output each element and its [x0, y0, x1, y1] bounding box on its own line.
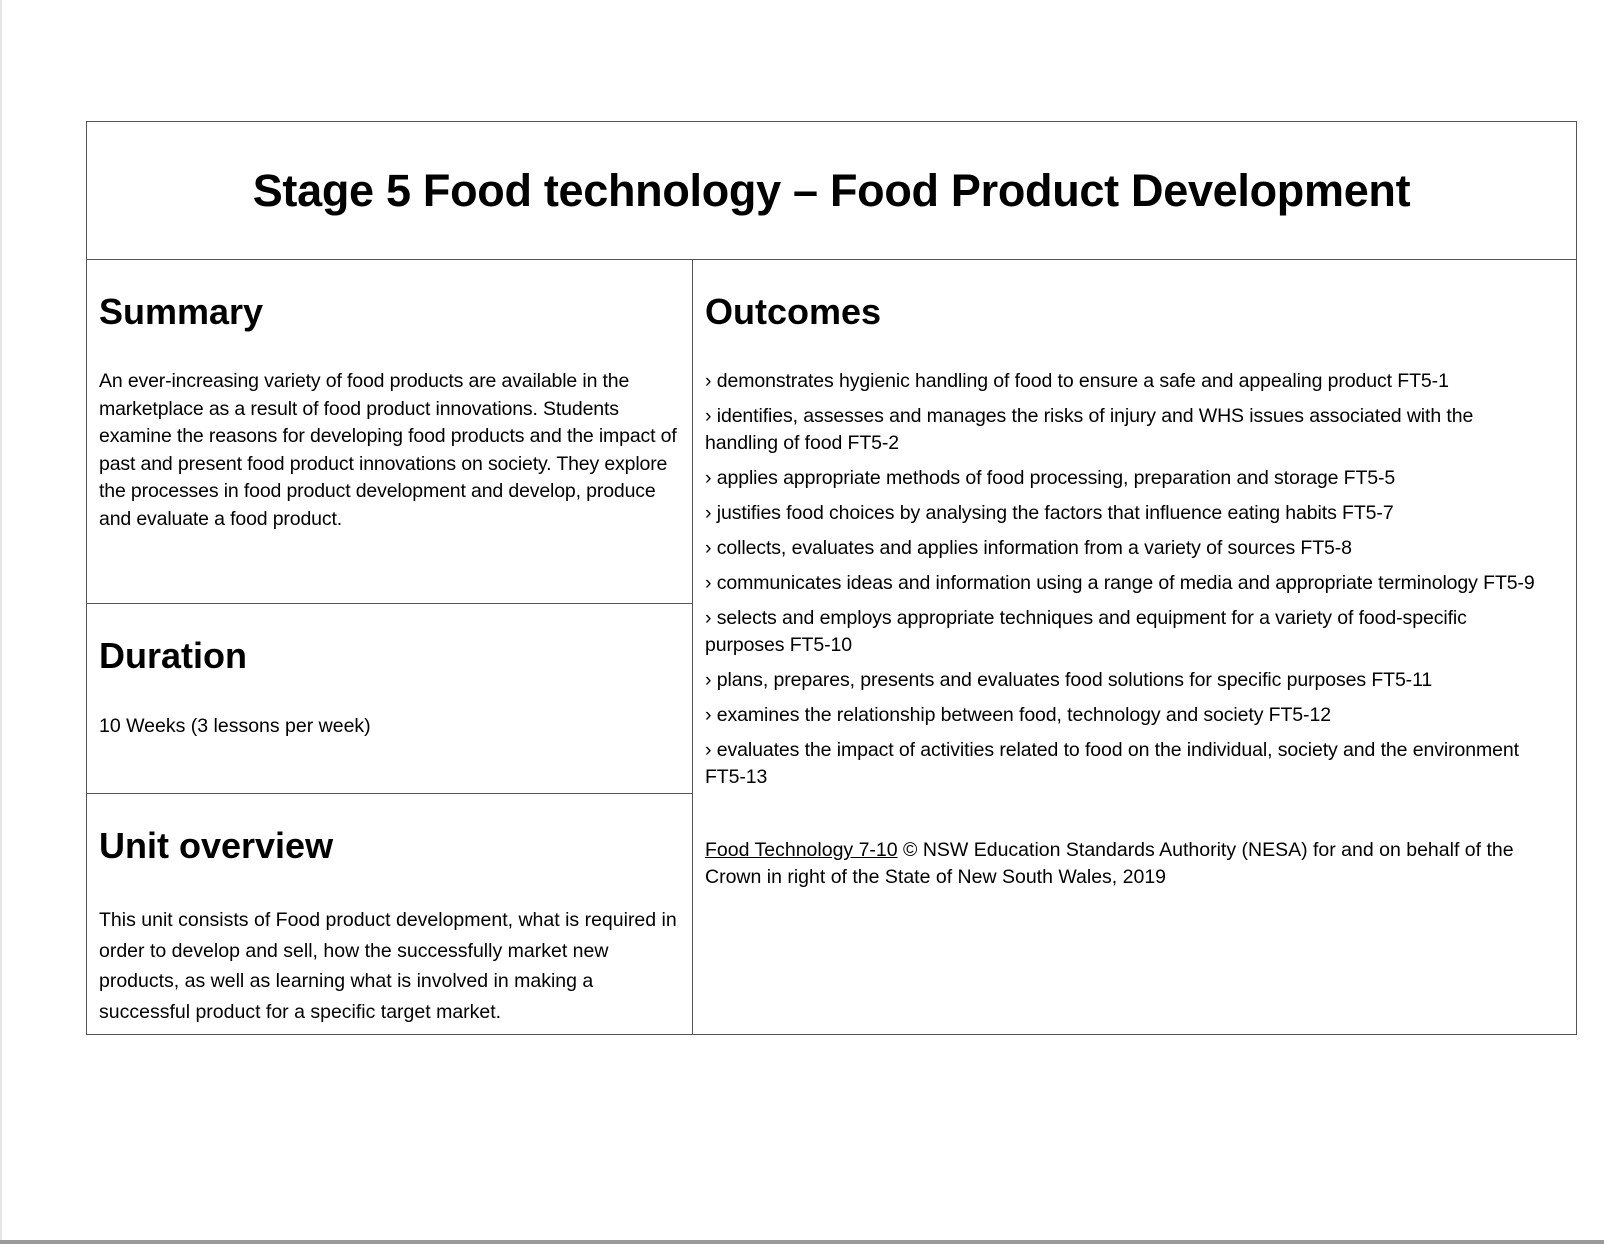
summary-text: An ever-increasing variety of food produ… — [99, 370, 677, 530]
unit-overview-cell: Unit overview This unit consists of Food… — [87, 794, 692, 1035]
outcome-item: › selects and employs appropriate techni… — [705, 607, 1467, 656]
outcomes-cell: Outcomes › demonstrates hygienic handlin… — [693, 260, 1576, 1035]
outcome-item: › communicates ideas and information usi… — [705, 572, 1535, 594]
page-left-edge — [0, 0, 2, 1244]
outcome-item: › examines the relationship between food… — [705, 704, 1331, 726]
outcome-item: › plans, prepares, presents and evaluate… — [705, 669, 1433, 691]
outcome-item: › evaluates the impact of activities rel… — [705, 739, 1519, 788]
outcome-item: › identifies, assesses and manages the r… — [705, 405, 1474, 454]
page-bottom-edge — [0, 1240, 1604, 1244]
outcome-item: › justifies food choices by analysing th… — [705, 502, 1394, 524]
summary-heading: Summary — [99, 291, 264, 332]
unit-overview-table: Stage 5 Food technology – Food Product D… — [86, 121, 1577, 1035]
unit-overview-text: This unit consists of Food product devel… — [99, 909, 677, 1023]
duration-cell: Duration 10 Weeks (3 lessons per week) — [87, 604, 692, 794]
left-column: Summary An ever-increasing variety of fo… — [87, 260, 693, 1035]
document-title: Stage 5 Food technology – Food Product D… — [252, 164, 1411, 216]
outcome-item: › applies appropriate methods of food pr… — [705, 467, 1396, 489]
title-cell: Stage 5 Food technology – Food Product D… — [87, 122, 1576, 260]
duration-text: 10 Weeks (3 lessons per week) — [99, 715, 371, 737]
copyright-citation: Food Technology 7-10 © NSW Education Sta… — [705, 837, 1536, 891]
outcomes-list: › demonstrates hygienic handling of food… — [705, 368, 1536, 791]
outcomes-heading: Outcomes — [705, 291, 882, 332]
syllabus-link[interactable]: Food Technology 7-10 — [705, 839, 898, 861]
outcome-item: › demonstrates hygienic handling of food… — [705, 370, 1449, 392]
summary-cell: Summary An ever-increasing variety of fo… — [87, 260, 692, 604]
outcome-item: › collects, evaluates and applies inform… — [705, 537, 1352, 559]
unit-overview-heading: Unit overview — [99, 825, 334, 866]
duration-heading: Duration — [99, 635, 247, 676]
